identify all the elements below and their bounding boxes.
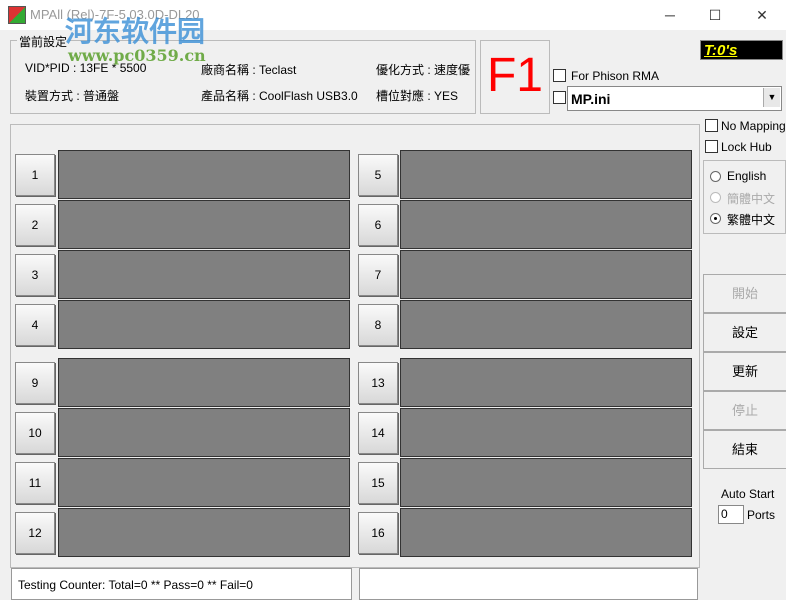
no-mapping-checkbox[interactable]: [705, 119, 718, 132]
auto-start-label: Auto Start: [721, 487, 775, 501]
stop-button[interactable]: 停止: [703, 391, 786, 430]
port-button[interactable]: 2: [15, 204, 55, 246]
minimize-button[interactable]: ─: [655, 4, 685, 26]
f1-indicator: F1: [480, 40, 550, 114]
language-simplified: 簡體中文: [727, 192, 776, 206]
port-button[interactable]: 16: [358, 512, 398, 554]
product-name: 產品名稱 : CoolFlash USB3.0: [201, 89, 358, 103]
watermark: 河东软件园: [65, 15, 206, 48]
status-box: Testing Counter: Total=0 ** Pass=0 ** Fa…: [11, 568, 352, 600]
watermark-url: www.pc0359.cn: [68, 46, 206, 65]
port-status-bar: [400, 300, 692, 349]
port-button[interactable]: 14: [358, 412, 398, 454]
port-button[interactable]: 1: [15, 154, 55, 196]
testing-counter: Testing Counter: Total=0 ** Pass=0 ** Fa…: [18, 578, 253, 592]
setting-button[interactable]: 設定: [703, 313, 786, 352]
update-button[interactable]: 更新: [703, 352, 786, 391]
port-button[interactable]: 3: [15, 254, 55, 296]
close-button[interactable]: ✕: [747, 4, 777, 26]
ini-value: MP.ini: [571, 91, 611, 107]
slot-mapping: 槽位對應 : YES: [376, 89, 459, 103]
language-traditional[interactable]: 繁體中文: [727, 211, 775, 228]
port-status-bar: [58, 458, 350, 507]
start-button[interactable]: 開始: [703, 274, 786, 313]
port-button[interactable]: 7: [358, 254, 398, 296]
port-button[interactable]: 15: [358, 462, 398, 504]
port-button[interactable]: 9: [15, 362, 55, 404]
device-mode: 裝置方式 : 普通盤: [25, 89, 120, 103]
port-button[interactable]: 12: [15, 512, 55, 554]
radio-simplified: [710, 192, 721, 203]
port-button[interactable]: 13: [358, 362, 398, 404]
port-button[interactable]: 8: [358, 304, 398, 346]
chevron-down-icon[interactable]: ▼: [763, 88, 780, 107]
port-status-bar: [58, 300, 350, 349]
phison-rma-checkbox[interactable]: [553, 69, 566, 82]
auto-start-input[interactable]: 0: [718, 505, 744, 524]
port-button[interactable]: 10: [15, 412, 55, 454]
timer-display: T:0's: [700, 40, 783, 60]
port-status-bar: [400, 458, 692, 507]
port-button[interactable]: 5: [358, 154, 398, 196]
port-status-bar: [400, 408, 692, 457]
port-status-bar: [58, 250, 350, 299]
group-label: 當前設定: [17, 33, 70, 50]
phison-rma-label: For Phison RMA: [571, 69, 660, 83]
vendor-name: 廠商名稱 : Teclast: [201, 63, 297, 77]
app-icon: [8, 6, 26, 24]
optimize-mode: 優化方式 : 速度優: [376, 63, 471, 77]
port-button[interactable]: 4: [15, 304, 55, 346]
port-status-bar: [58, 358, 350, 407]
port-status-bar: [58, 200, 350, 249]
port-status-bar: [58, 150, 350, 199]
lock-hub-checkbox[interactable]: [705, 140, 718, 153]
radio-traditional[interactable]: [710, 213, 721, 224]
radio-english[interactable]: [710, 171, 721, 182]
message-box: [359, 568, 698, 600]
port-status-bar: [58, 508, 350, 557]
port-status-bar: [400, 200, 692, 249]
port-status-bar: [400, 358, 692, 407]
maximize-button[interactable]: ☐: [700, 4, 730, 26]
port-button[interactable]: 6: [358, 204, 398, 246]
ini-combobox[interactable]: MP.ini ▼: [567, 86, 782, 111]
port-status-bar: [58, 408, 350, 457]
port-button[interactable]: 11: [15, 462, 55, 504]
language-group: English 簡體中文 繁體中文: [703, 160, 786, 234]
language-english[interactable]: English: [727, 169, 766, 183]
ini-checkbox[interactable]: [553, 91, 566, 104]
port-status-bar: [400, 150, 692, 199]
no-mapping-label: No Mapping: [721, 119, 786, 133]
lock-hub-label: Lock Hub: [721, 140, 772, 154]
port-status-bar: [400, 250, 692, 299]
ports-unit-label: Ports: [747, 508, 776, 522]
port-status-bar: [400, 508, 692, 557]
exit-button[interactable]: 結束: [703, 430, 786, 469]
